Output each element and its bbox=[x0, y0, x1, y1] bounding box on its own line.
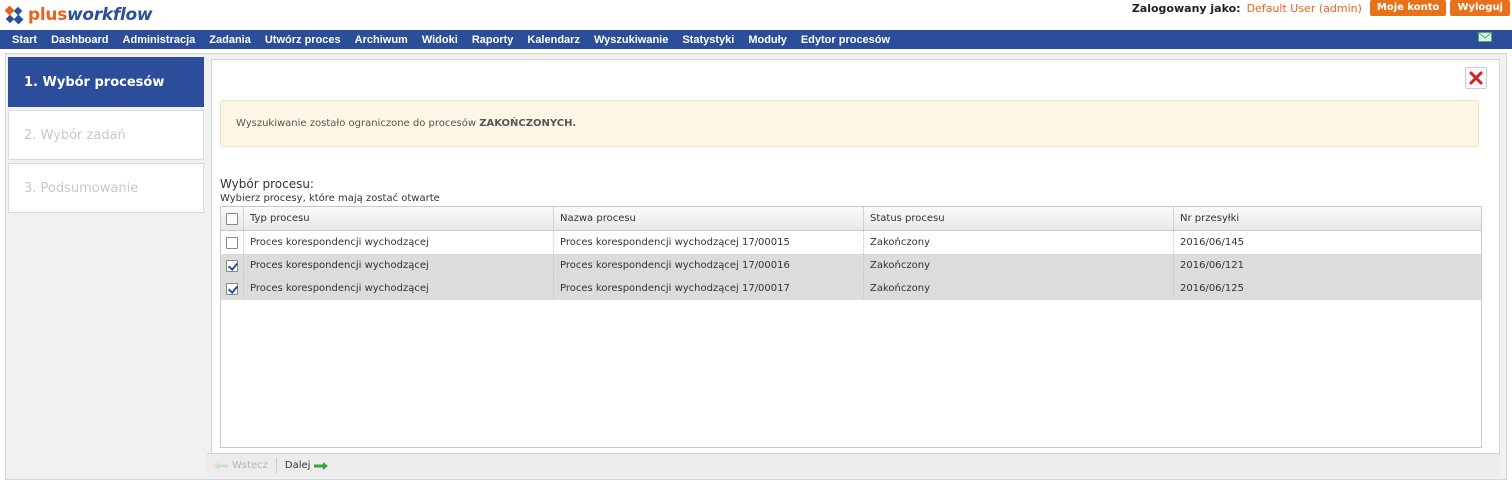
row-checkbox[interactable] bbox=[226, 282, 238, 295]
cell-number: 2016/06/125 bbox=[1180, 283, 1244, 294]
app-logo[interactable]: plusworkflow bbox=[4, 4, 153, 26]
cell-number: 2016/06/121 bbox=[1180, 260, 1244, 271]
cell-status: Zakończony bbox=[864, 254, 1174, 277]
nav-item-start[interactable]: Start bbox=[12, 34, 37, 46]
cell-name: Proces korespondencji wychodzącej 17/000… bbox=[554, 277, 864, 300]
cell-status: Zakończony bbox=[864, 277, 1174, 300]
grid-header-row: Typ procesu Nazwa procesu Status procesu… bbox=[221, 207, 1481, 231]
nav-item-dashboard[interactable]: Dashboard bbox=[51, 34, 108, 46]
table-row[interactable]: Proces korespondencji wychodzącej Proces… bbox=[221, 231, 1481, 254]
header-checkbox-cell bbox=[221, 207, 244, 230]
close-button[interactable] bbox=[1465, 67, 1487, 89]
row-checkbox-cell bbox=[221, 254, 244, 277]
close-icon bbox=[1469, 71, 1483, 85]
info-notice: Wyszukiwanie zostało ograniczone do proc… bbox=[220, 100, 1479, 147]
column-header-number[interactable]: Nr przesyłki bbox=[1174, 207, 1481, 230]
back-button[interactable]: Wstecz bbox=[214, 460, 268, 471]
logged-in-label: Zalogowany jako: bbox=[1131, 1, 1241, 15]
row-checkbox[interactable] bbox=[226, 236, 238, 249]
nav-item-archiwum[interactable]: Archiwum bbox=[355, 34, 408, 46]
step-select-processes[interactable]: 1. Wybór procesów bbox=[8, 57, 204, 107]
column-header-name[interactable]: Nazwa procesu bbox=[554, 207, 864, 230]
select-all-checkbox[interactable] bbox=[226, 212, 238, 225]
table-row[interactable]: Proces korespondencji wychodzącej Proces… bbox=[221, 254, 1481, 277]
footer-divider bbox=[275, 457, 277, 474]
top-header: plusworkflow Zalogowany jako: Default Us… bbox=[0, 0, 1512, 30]
user-name-link[interactable]: Default User (admin) bbox=[1247, 2, 1362, 15]
next-button[interactable]: Dalej bbox=[285, 460, 333, 471]
logo-text-plus: plus bbox=[28, 5, 68, 25]
wizard-shell: 1. Wybór procesów 2. Wybór zadań 3. Pods… bbox=[5, 53, 1507, 480]
logo-icon bbox=[4, 5, 24, 25]
nav-item-zadania[interactable]: Zadania bbox=[209, 34, 251, 46]
notice-text: Wyszukiwanie zostało ograniczone do proc… bbox=[236, 118, 480, 129]
row-checkbox-cell bbox=[221, 231, 244, 254]
my-account-button[interactable]: Moje konto bbox=[1369, 0, 1447, 16]
logo-text-workflow: workflow bbox=[67, 5, 153, 25]
cell-type: Proces korespondencji wychodzącej bbox=[244, 277, 554, 300]
nav-item-moduly[interactable]: Moduły bbox=[748, 34, 787, 46]
cell-status: Zakończony bbox=[864, 231, 1174, 254]
nav-item-wyszukiwanie[interactable]: Wyszukiwanie bbox=[594, 34, 668, 46]
cell-type: Proces korespondencji wychodzącej bbox=[244, 254, 554, 277]
nav-item-edytor-procesow[interactable]: Edytor procesów bbox=[801, 34, 890, 46]
wizard-content: Wyszukiwanie zostało ograniczone do proc… bbox=[211, 59, 1500, 454]
nav-item-statystyki[interactable]: Statystyki bbox=[682, 34, 734, 46]
nav-item-raporty[interactable]: Raporty bbox=[472, 34, 514, 46]
process-grid: Typ procesu Nazwa procesu Status procesu… bbox=[220, 206, 1482, 448]
column-header-type[interactable]: Typ procesu bbox=[244, 207, 554, 230]
mail-icon[interactable] bbox=[1478, 32, 1492, 42]
wizard-footer: Wstecz Dalej bbox=[207, 453, 1500, 477]
cell-name: Proces korespondencji wychodzącej 17/000… bbox=[554, 231, 864, 254]
section-title: Wybór procesu: bbox=[220, 177, 314, 191]
next-arrow-icon bbox=[314, 461, 329, 470]
row-checkbox-cell bbox=[221, 277, 244, 300]
nav-item-kalendarz[interactable]: Kalendarz bbox=[527, 34, 580, 46]
step-select-tasks[interactable]: 2. Wybór zadań bbox=[8, 110, 204, 160]
column-header-status[interactable]: Status procesu bbox=[864, 207, 1174, 230]
user-box: Zalogowany jako: Default User (admin) Mo… bbox=[1132, 0, 1510, 16]
logout-button[interactable]: Wyloguj bbox=[1450, 0, 1510, 16]
notice-emphasis: ZAKOŃCZONYCH. bbox=[479, 118, 577, 129]
logo-text: plusworkflow bbox=[28, 5, 153, 25]
table-row[interactable]: Proces korespondencji wychodzącej Proces… bbox=[221, 277, 1481, 300]
nav-item-utworz-proces[interactable]: Utwórz proces bbox=[265, 34, 341, 46]
next-button-label: Dalej bbox=[284, 460, 311, 471]
section-subtitle: Wybierz procesy, które mają zostać otwar… bbox=[220, 193, 440, 204]
back-arrow-icon bbox=[214, 461, 228, 470]
nav-item-administracja[interactable]: Administracja bbox=[123, 34, 196, 46]
back-button-label: Wstecz bbox=[232, 460, 268, 471]
nav-item-widoki[interactable]: Widoki bbox=[422, 34, 458, 46]
wizard-steps: 1. Wybór procesów 2. Wybór zadań 3. Pods… bbox=[8, 57, 204, 216]
row-checkbox[interactable] bbox=[226, 259, 238, 272]
cell-type: Proces korespondencji wychodzącej bbox=[244, 231, 554, 254]
cell-name: Proces korespondencji wychodzącej 17/000… bbox=[554, 254, 864, 277]
main-nav: Start Dashboard Administracja Zadania Ut… bbox=[0, 30, 1512, 49]
step-summary[interactable]: 3. Podsumowanie bbox=[8, 163, 204, 213]
cell-number: 2016/06/145 bbox=[1180, 237, 1244, 248]
